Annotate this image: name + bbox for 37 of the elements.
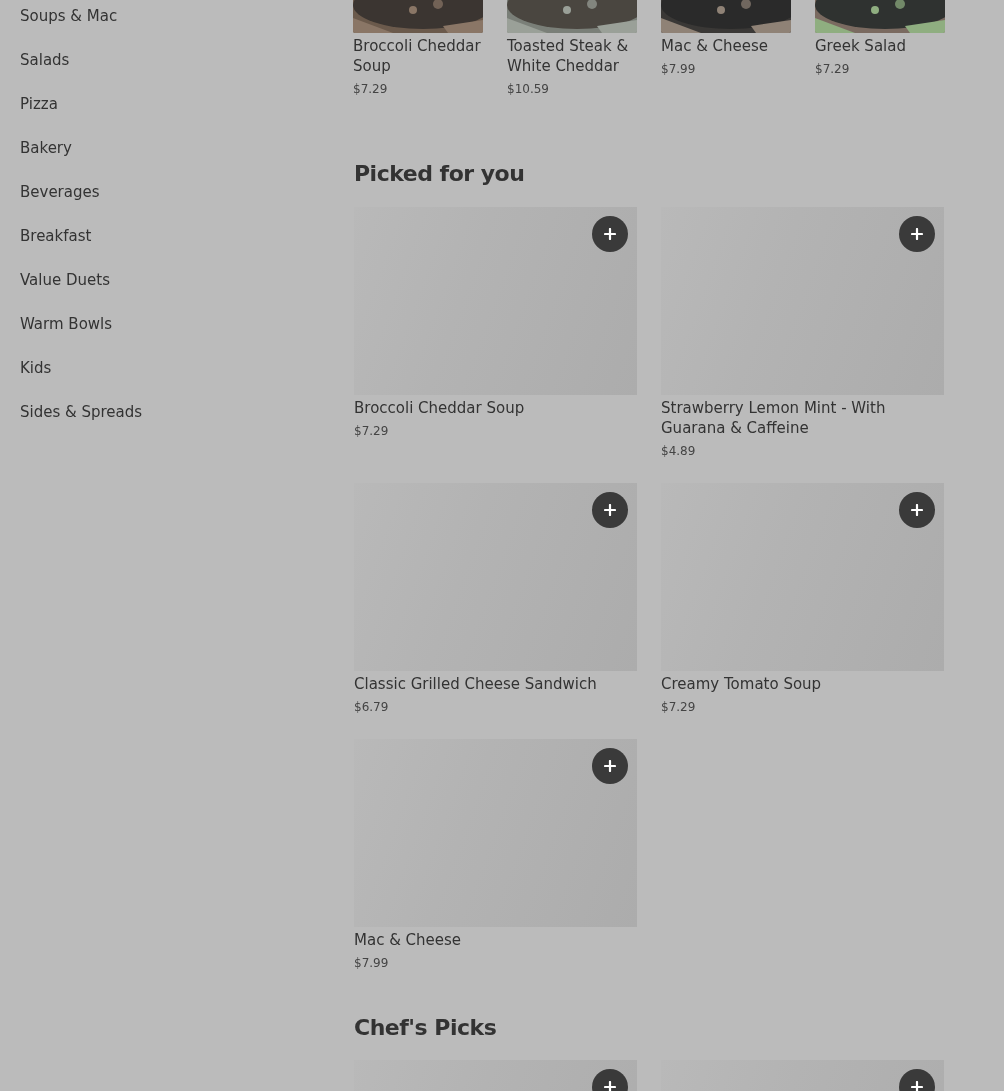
- section-heading: Picked for you: [354, 160, 525, 188]
- item-name: Classic Grilled Cheese Sandwich: [354, 674, 598, 694]
- item-price: $7.99: [661, 61, 696, 78]
- category-link[interactable]: Warm Bowls: [20, 314, 113, 335]
- item-price: $7.29: [354, 423, 389, 440]
- item-name: Broccoli Cheddar Soup: [353, 36, 482, 76]
- item-name: Strawberry Lemon Mint - With Guarana & Caffeine: [661, 398, 887, 438]
- item-price: $7.29: [353, 81, 388, 98]
- plus-icon: [911, 228, 923, 240]
- plus-icon: [604, 504, 616, 516]
- category-link[interactable]: Beverages: [20, 182, 100, 203]
- category-link[interactable]: Soups & Mac: [20, 6, 118, 27]
- plus-icon: [604, 1081, 616, 1091]
- category-link[interactable]: Salads: [20, 50, 70, 71]
- item-name: Toasted Steak & White Cheddar: [507, 36, 630, 76]
- item-price: $4.89: [661, 443, 696, 460]
- category-link[interactable]: Sides & Spreads: [20, 402, 143, 423]
- section-heading: Chef's Picks: [354, 1014, 497, 1042]
- category-link[interactable]: Pizza: [20, 94, 58, 115]
- plus-icon: [911, 1081, 923, 1091]
- plus-icon: [911, 504, 923, 516]
- plus-icon: [604, 760, 616, 772]
- category-link[interactable]: Kids: [20, 358, 52, 379]
- item-name: Broccoli Cheddar Soup: [354, 398, 526, 418]
- category-link[interactable]: Bakery: [20, 138, 72, 159]
- item-price: $7.99: [354, 955, 389, 972]
- item-name: Mac & Cheese: [354, 930, 463, 950]
- item-price: $7.29: [661, 699, 696, 716]
- plus-icon: [604, 228, 616, 240]
- item-name: Mac & Cheese: [661, 36, 770, 56]
- category-link[interactable]: Breakfast: [20, 226, 92, 247]
- item-price: $10.59: [507, 81, 549, 98]
- category-link[interactable]: Value Duets: [20, 270, 110, 291]
- item-name: Greek Salad: [815, 36, 907, 56]
- item-price: $6.79: [354, 699, 389, 716]
- item-price: $7.29: [815, 61, 850, 78]
- item-name: Creamy Tomato Soup: [661, 674, 823, 694]
